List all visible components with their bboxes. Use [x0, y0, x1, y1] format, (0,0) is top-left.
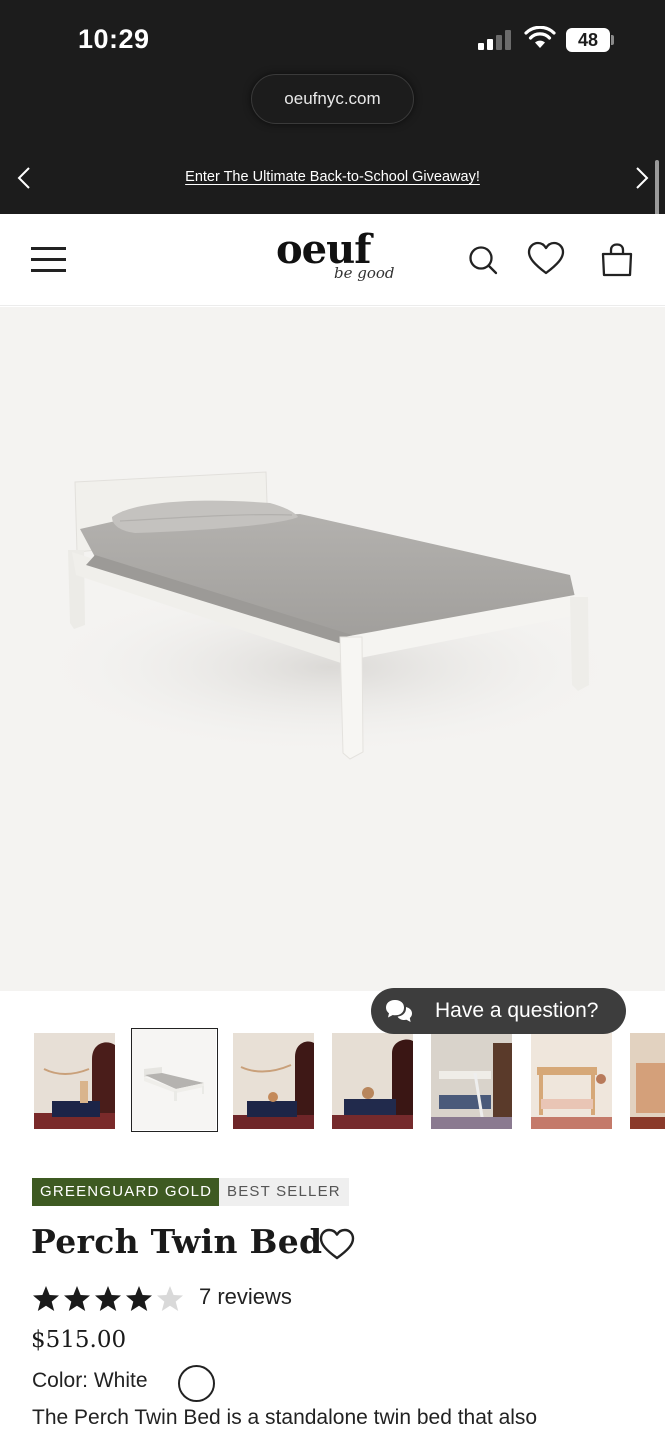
heart-icon[interactable] [526, 240, 566, 280]
site-logo[interactable]: oeuf be good [270, 226, 400, 292]
thumbnail-strip [0, 1026, 665, 1136]
url-bar[interactable]: oeufnyc.com [251, 74, 414, 124]
thumbnail-room-4[interactable] [630, 1033, 665, 1129]
bag-icon[interactable] [597, 240, 637, 280]
chat-bubbles-icon [386, 1000, 412, 1022]
rating-stars[interactable] [32, 1284, 188, 1314]
wishlist-heart-icon[interactable] [318, 1227, 356, 1261]
greenguard-badge: GREENGUARD GOLD [32, 1178, 221, 1206]
thumbnail-room-2[interactable] [233, 1033, 314, 1129]
reviews-link[interactable]: 7 reviews [199, 1284, 292, 1310]
menu-icon[interactable] [31, 247, 66, 273]
product-title: Perch Twin Bed [31, 1222, 323, 1261]
best-seller-badge: BEST SELLER [219, 1178, 349, 1206]
thumbnail-studio[interactable] [131, 1028, 218, 1132]
cellular-signal-icon [478, 30, 514, 50]
search-icon[interactable] [463, 240, 503, 280]
product-price: $515.00 [31, 1327, 127, 1353]
thumbnail-bunk-1[interactable] [431, 1033, 512, 1129]
thumbnail-room-3[interactable] [332, 1033, 413, 1129]
announcement-link[interactable]: Enter The Ultimate Back-to-School Giveaw… [185, 169, 480, 185]
battery-tip [611, 35, 614, 45]
product-description: The Perch Twin Bed is a standalone twin … [32, 1406, 538, 1429]
chat-widget-button[interactable]: Have a question? [371, 988, 626, 1034]
product-hero-image[interactable] [0, 307, 665, 991]
thumbnail-studio-image [132, 1029, 216, 1130]
color-label: Color: White [32, 1369, 148, 1392]
status-time: 10:29 [78, 24, 150, 54]
battery-indicator: 48 [566, 28, 610, 52]
bed-illustration [30, 471, 630, 760]
browser-chrome: 10:29 48 oeufnyc.com Enter The Ultimate … [0, 0, 665, 214]
logo-tagline: be good [334, 264, 395, 282]
announcement-bar: Enter The Ultimate Back-to-School Giveaw… [0, 169, 665, 185]
chat-label: Have a question? [435, 999, 599, 1022]
site-header: oeuf be good [0, 214, 665, 306]
chevron-right-icon[interactable] [626, 162, 656, 194]
wifi-icon [524, 26, 556, 48]
thumbnail-bunk-2[interactable] [531, 1033, 612, 1129]
color-swatch-white[interactable] [178, 1365, 215, 1402]
thumbnail-room-1[interactable] [34, 1033, 115, 1129]
